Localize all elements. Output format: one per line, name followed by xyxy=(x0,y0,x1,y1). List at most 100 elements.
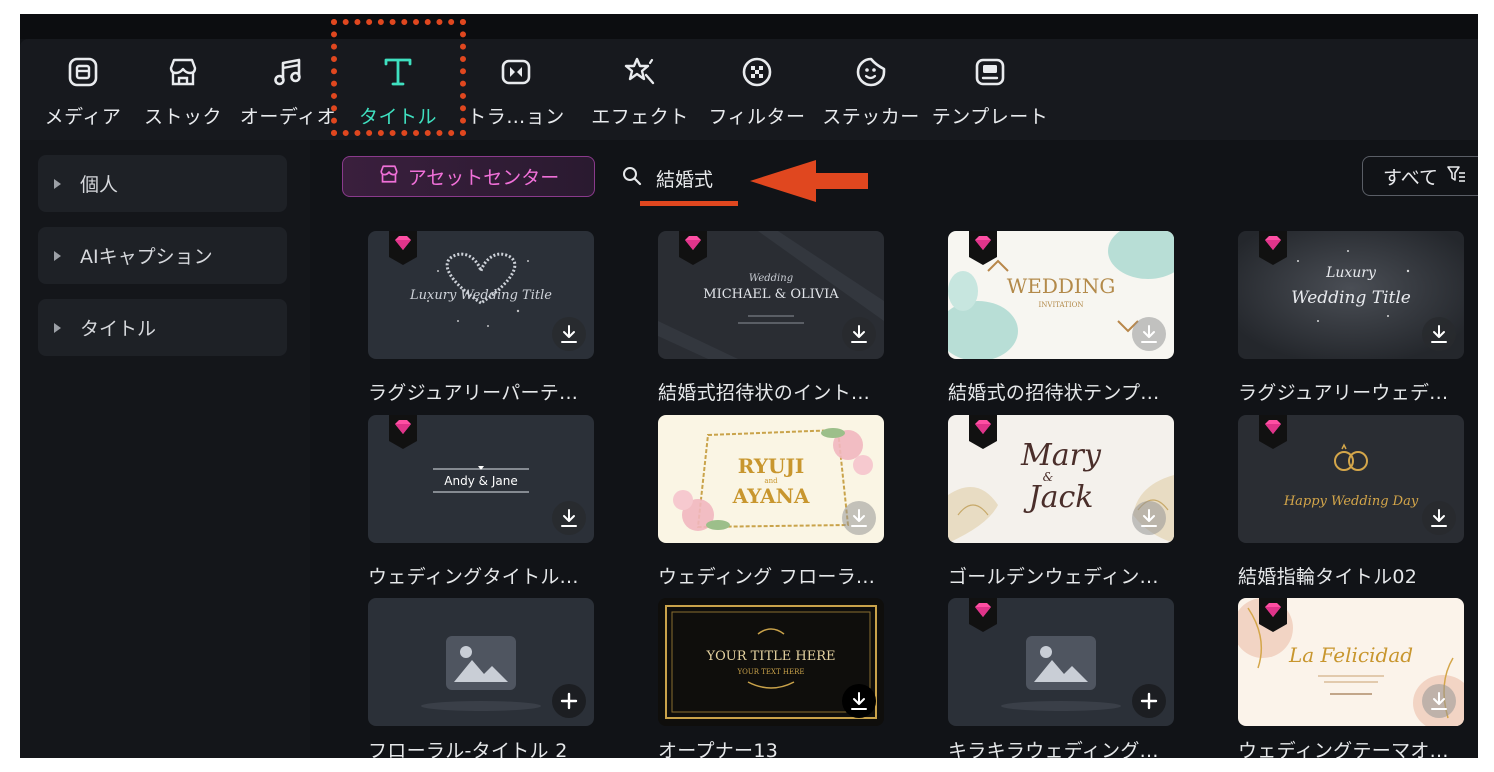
premium-gem-icon xyxy=(969,415,997,449)
template-icon xyxy=(971,53,1009,91)
premium-gem-icon xyxy=(1259,598,1287,632)
window-top-strip xyxy=(20,14,1478,39)
title-card-11[interactable] xyxy=(948,598,1174,726)
add-icon[interactable] xyxy=(1132,684,1166,718)
tab-sticker-label: ステッカー xyxy=(822,106,920,128)
download-icon[interactable] xyxy=(1422,317,1456,351)
svg-text:La Felicidad: La Felicidad xyxy=(1288,643,1413,667)
download-icon[interactable] xyxy=(842,684,876,718)
title-card-10[interactable]: YOUR TITLE HERE YOUR TEXT HERE xyxy=(658,598,884,726)
title-card-9[interactable] xyxy=(368,598,594,726)
title-card-12[interactable]: La Felicidad xyxy=(1238,598,1464,726)
card-caption: ウェディングタイトル... xyxy=(368,566,579,588)
download-icon[interactable] xyxy=(552,501,586,535)
tab-effects-label: エフェクト xyxy=(591,106,689,128)
premium-gem-icon xyxy=(389,231,417,265)
sidebar-item-ai-caption[interactable]: AIキャプション xyxy=(38,227,287,284)
title-card-8[interactable]: Happy Wedding Day xyxy=(1238,415,1464,543)
title-card-5[interactable]: Andy & Jane xyxy=(368,415,594,543)
tab-template[interactable]: テンプレート xyxy=(930,49,1050,129)
annotation-highlight-box xyxy=(331,19,466,136)
title-card-6[interactable]: RYUJI and AYANA xyxy=(658,415,884,543)
sidebar-item-personal[interactable]: 個人 xyxy=(38,155,287,212)
premium-gem-icon xyxy=(679,231,707,265)
audio-icon xyxy=(269,53,307,91)
filter-all-button[interactable]: すべて xyxy=(1362,156,1478,196)
title-card-1[interactable]: Luxury Wedding Title xyxy=(368,231,594,359)
tab-audio-label: オーディオ xyxy=(239,106,337,128)
tab-effects[interactable]: エフェクト xyxy=(590,49,690,129)
download-icon[interactable] xyxy=(1422,684,1456,718)
title-card-2[interactable]: Wedding MICHAEL & OLIVIA xyxy=(658,231,884,359)
card-caption: キラキラウェディング... xyxy=(948,740,1159,758)
card-caption: フローラル-タイトル 2 xyxy=(368,740,568,758)
card-caption: ラグジュアリーウェデ... xyxy=(1238,382,1449,404)
premium-gem-icon xyxy=(389,415,417,449)
card-caption: 結婚式の招待状テンプ... xyxy=(948,382,1160,404)
tab-transition[interactable]: トラ…ョン xyxy=(466,49,566,129)
tab-audio[interactable]: オーディオ xyxy=(238,49,338,129)
sticker-icon xyxy=(852,53,890,91)
stock-icon xyxy=(164,53,202,91)
sidebar-item-label: タイトル xyxy=(80,318,157,340)
sidebar-item-title[interactable]: タイトル xyxy=(38,299,287,356)
premium-gem-icon xyxy=(1259,415,1287,449)
svg-text:Jack: Jack xyxy=(1023,480,1094,515)
annotation-arrow-icon xyxy=(750,160,868,202)
download-icon[interactable] xyxy=(1132,317,1166,351)
expand-triangle-icon xyxy=(54,250,61,261)
tab-media-label: メディア xyxy=(44,106,122,128)
svg-text:YOUR TEXT HERE: YOUR TEXT HERE xyxy=(736,668,804,676)
effects-icon xyxy=(621,53,659,91)
store-icon xyxy=(378,163,400,190)
card-caption: オープナー13 xyxy=(658,740,779,758)
filter-icon xyxy=(1446,164,1466,189)
asset-panel: アセットセンター 結婚式 すべて Luxury Wedding Title ラグ… xyxy=(310,140,1478,758)
svg-text:MICHAEL & OLIVIA: MICHAEL & OLIVIA xyxy=(703,287,839,302)
asset-center-button[interactable]: アセットセンター xyxy=(342,156,595,197)
category-toolbar: メディア ストック オーディオ タイトル トラ…ョン エフェクト フィルター ス… xyxy=(20,39,1478,140)
svg-text:Luxury: Luxury xyxy=(1325,265,1377,281)
premium-gem-icon xyxy=(969,231,997,265)
asset-center-label: アセットセンター xyxy=(407,167,560,189)
sidebar-item-label: 個人 xyxy=(80,174,119,196)
download-icon[interactable] xyxy=(842,501,876,535)
title-card-4[interactable]: Luxury Wedding Title xyxy=(1238,231,1464,359)
card-caption: ゴールデンウェディン... xyxy=(948,566,1159,588)
add-icon[interactable] xyxy=(552,684,586,718)
download-icon[interactable] xyxy=(842,317,876,351)
expand-triangle-icon xyxy=(54,178,61,189)
annotation-underline xyxy=(640,201,738,206)
tab-stock[interactable]: ストック xyxy=(138,49,228,129)
download-icon[interactable] xyxy=(1422,501,1456,535)
svg-text:Andy & Jane: Andy & Jane xyxy=(444,474,517,488)
filter-all-label: すべて xyxy=(1383,166,1438,189)
card-caption: ウェディング フローラ... xyxy=(658,566,876,588)
tab-filter-label: フィルター xyxy=(708,106,806,128)
tab-filter[interactable]: フィルター xyxy=(702,49,812,129)
title-card-3[interactable]: WEDDING INVITATION xyxy=(948,231,1174,359)
download-icon[interactable] xyxy=(552,317,586,351)
tab-media[interactable]: メディア xyxy=(38,49,128,129)
svg-text:Happy Wedding Day: Happy Wedding Day xyxy=(1283,494,1419,509)
premium-gem-icon xyxy=(1259,231,1287,265)
svg-text:WEDDING: WEDDING xyxy=(1007,274,1116,298)
svg-text:RYUJI: RYUJI xyxy=(738,454,805,478)
sidebar-item-label: AIキャプション xyxy=(80,246,213,268)
media-icon xyxy=(64,53,102,91)
card-caption: ラグジュアリーパーテ... xyxy=(368,382,579,404)
tab-transition-label: トラ…ョン xyxy=(467,106,565,128)
svg-text:AYANA: AYANA xyxy=(732,484,810,508)
filter-icon xyxy=(738,53,776,91)
card-caption: 結婚式招待状のイント... xyxy=(658,382,871,404)
svg-text:INVITATION: INVITATION xyxy=(1039,301,1084,309)
app-window: メディア ストック オーディオ タイトル トラ…ョン エフェクト フィルター ス… xyxy=(20,14,1478,758)
card-caption: ウェディングテーマオ... xyxy=(1238,740,1449,758)
search-input[interactable]: 結婚式 xyxy=(656,165,713,192)
download-icon[interactable] xyxy=(1132,501,1166,535)
svg-text:Wedding: Wedding xyxy=(749,273,793,284)
svg-text:YOUR TITLE HERE: YOUR TITLE HERE xyxy=(706,649,836,664)
search-icon xyxy=(622,166,642,191)
title-card-7[interactable]: Mary & Jack xyxy=(948,415,1174,543)
tab-sticker[interactable]: ステッカー xyxy=(816,49,926,129)
